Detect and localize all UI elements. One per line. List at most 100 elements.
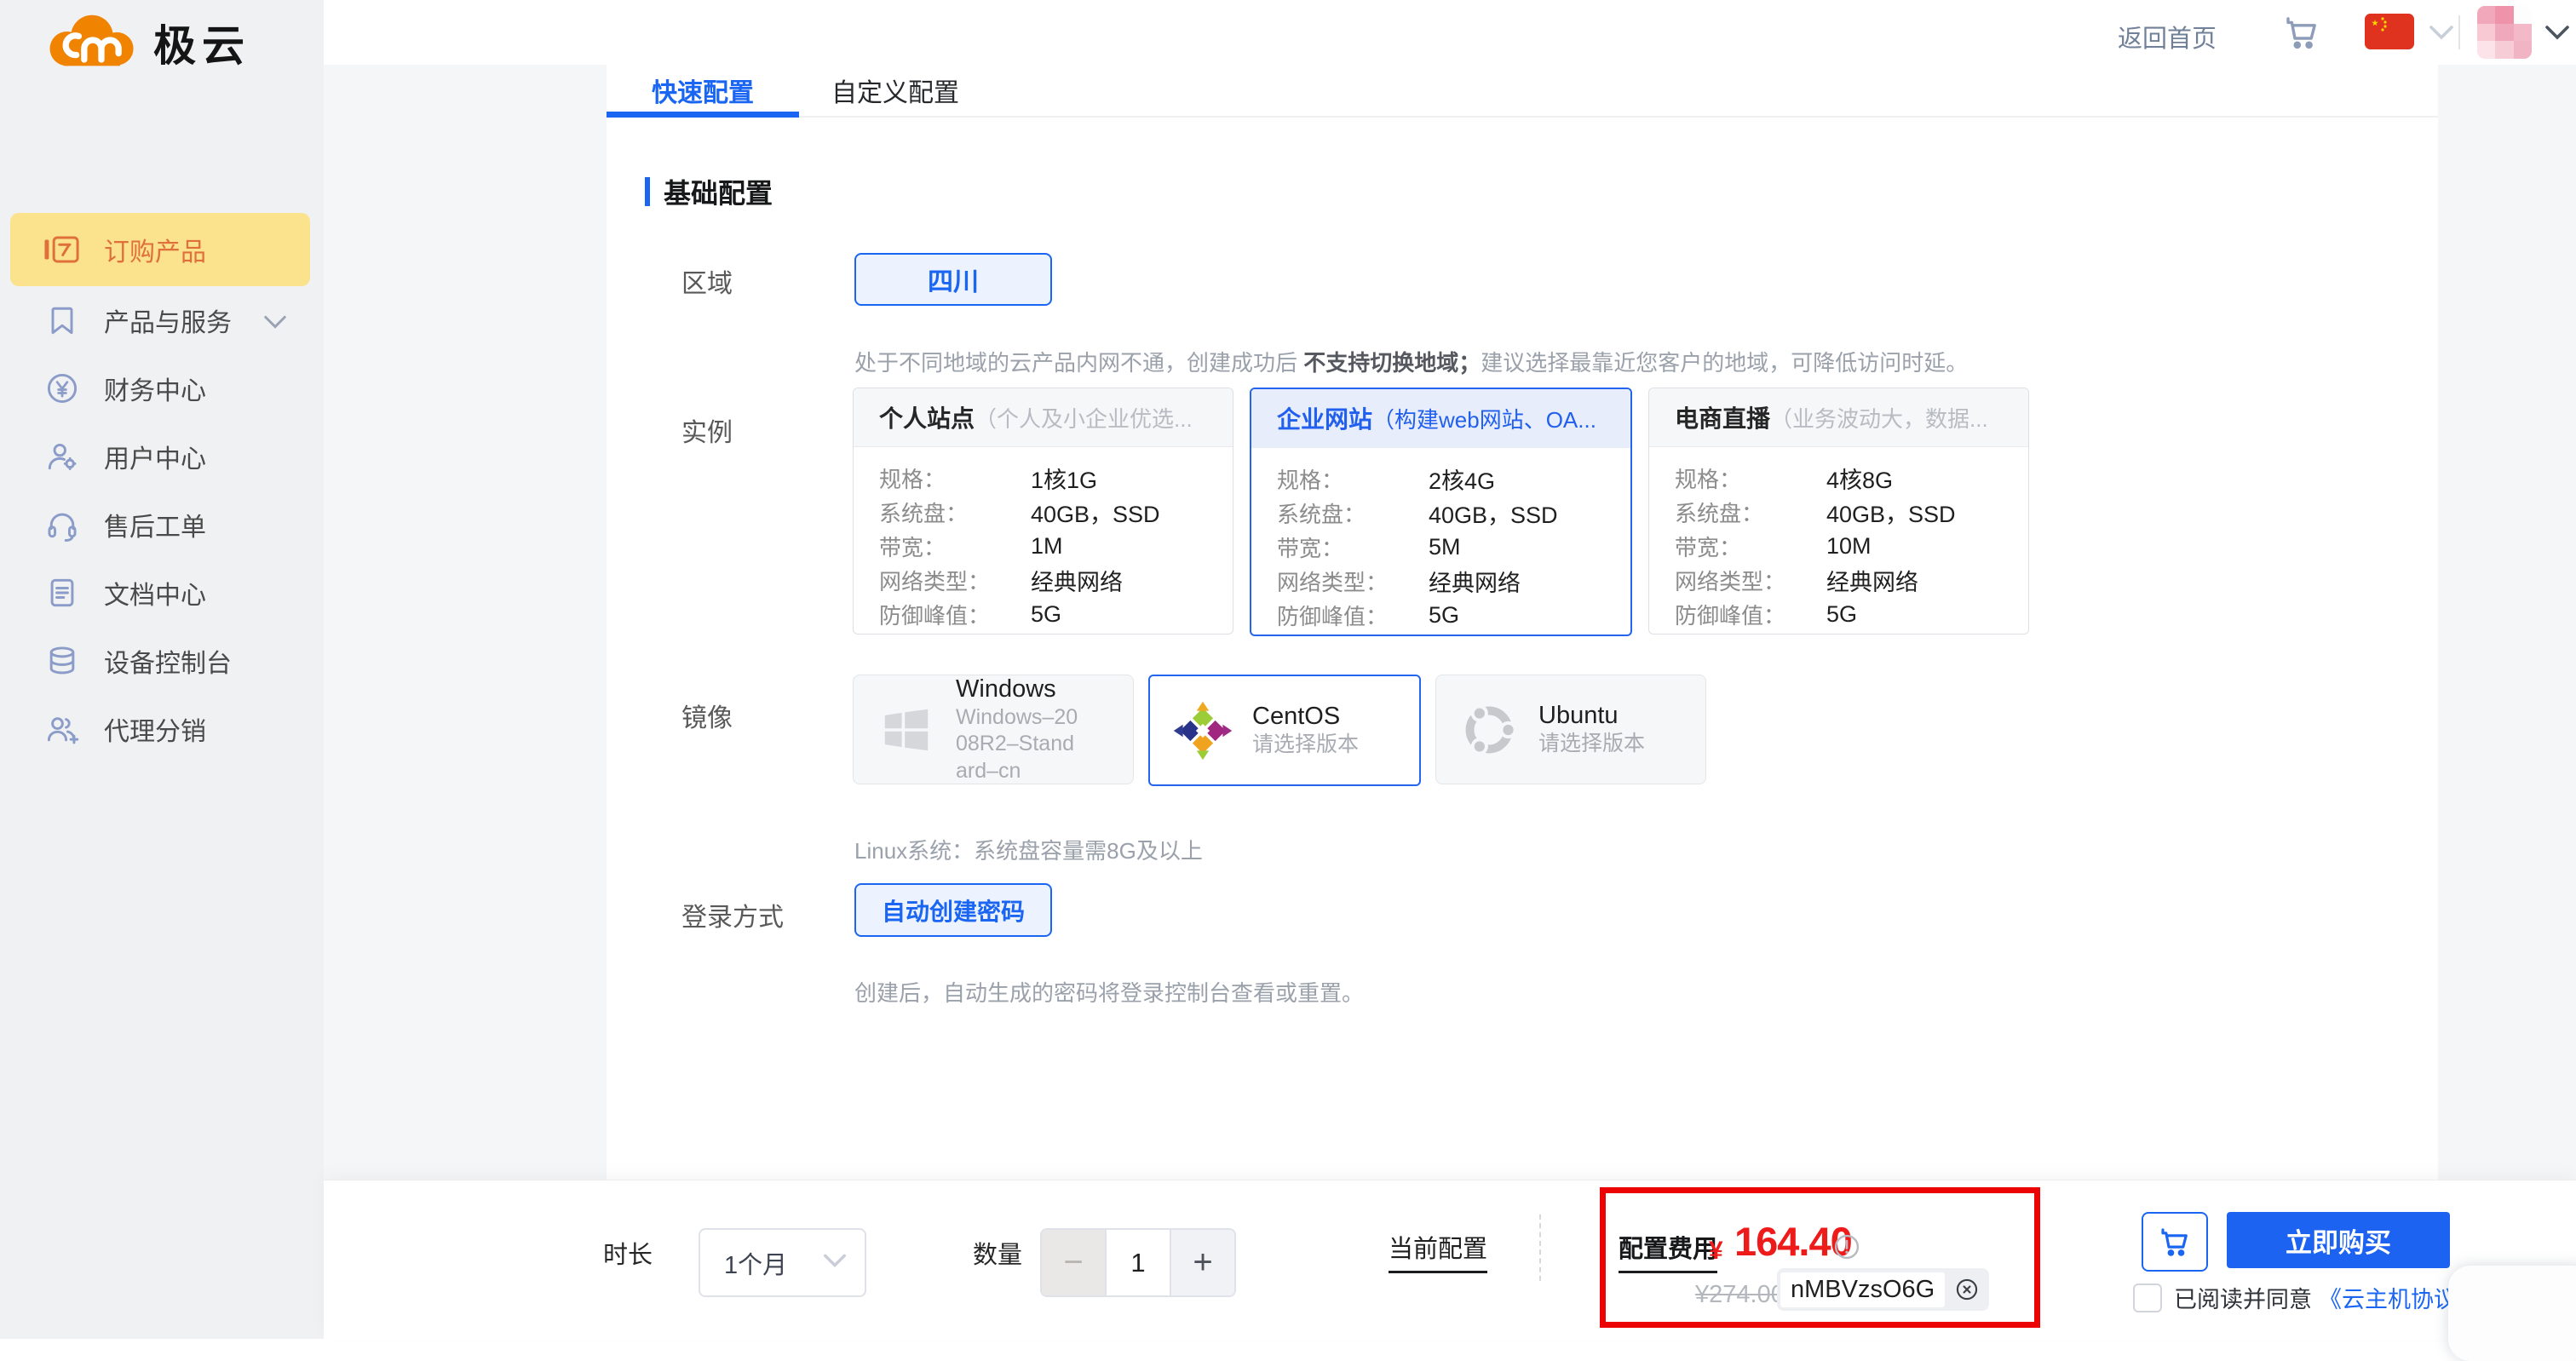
- spec-label: 系统盘：: [879, 497, 1031, 528]
- tab-custom-config[interactable]: 自定义配置: [799, 65, 992, 116]
- instance-card-enterprise-site[interactable]: 企业网站 （构建web网站、OA... 规格：2核4G 系统盘：40GB，SSD…: [1250, 388, 1632, 636]
- corner-widget: [2448, 1266, 2576, 1361]
- windows-logo-icon: [876, 699, 937, 761]
- spec-value: 经典网络: [1429, 565, 1521, 598]
- bookmark-icon: [43, 301, 82, 340]
- sidebar-item-label: 文档中心: [104, 574, 206, 612]
- chevron-down-icon[interactable]: [2544, 24, 2571, 45]
- spec-label: 防御峰值：: [879, 599, 1031, 630]
- sidebar-item-order-product[interactable]: 订购产品: [10, 213, 310, 286]
- agreement-text: 已阅读并同意: [2174, 1281, 2312, 1314]
- instance-card-row: 个人站点 （个人及小企业优选... 规格：1核1G 系统盘：40GB，SSD 带…: [853, 388, 2029, 636]
- chevron-down-icon: [822, 1252, 848, 1273]
- auto-password-button[interactable]: 自动创建密码: [854, 883, 1052, 937]
- spec-label: 系统盘：: [1277, 497, 1429, 529]
- quantity-minus-button[interactable]: −: [1042, 1230, 1107, 1295]
- tab-quick-config[interactable]: 快速配置: [607, 65, 799, 116]
- instance-card-personal-site[interactable]: 个人站点 （个人及小企业优选... 规格：1核1G 系统盘：40GB，SSD 带…: [853, 388, 1233, 635]
- spec-label: 规格：: [1675, 462, 1826, 494]
- spec-value: 4核8G: [1826, 462, 1893, 495]
- instance-card-title: 企业网站: [1277, 401, 1372, 435]
- chevron-down-icon[interactable]: [2428, 24, 2455, 45]
- add-to-cart-button[interactable]: [2142, 1212, 2208, 1272]
- instance-card-specs: 规格：4核8G 系统盘：40GB，SSD 带宽：10M 网络类型：经典网络 防御…: [1649, 447, 2028, 631]
- instance-card-specs: 规格：2核4G 系统盘：40GB，SSD 带宽：5M 网络类型：经典网络 防御峰…: [1251, 448, 1630, 632]
- sidebar-item-label: 订购产品: [104, 231, 206, 268]
- sidebar-item-user-center[interactable]: 用户中心: [0, 422, 324, 491]
- duration-label: 时长: [603, 1235, 653, 1271]
- instance-card-subtitle: （构建web网站、OA...: [1372, 403, 1596, 434]
- users-plus-icon: [43, 709, 82, 749]
- instance-card-header: 企业网站 （构建web网站、OA...: [1251, 389, 1630, 448]
- content-area: 快速配置 自定义配置 基础配置 区域 四川 处于不同地域的云产品内网不通，创建成…: [324, 65, 2576, 1180]
- instance-label: 实例: [681, 411, 733, 449]
- spec-label: 网络类型：: [1675, 565, 1826, 596]
- quantity-stepper: − 1 +: [1040, 1228, 1236, 1297]
- instance-card-ecommerce-live[interactable]: 电商直播 （业务波动大，数据... 规格：4核8G 系统盘：40GB，SSD 带…: [1648, 388, 2029, 635]
- headset-icon: [43, 505, 82, 544]
- agreement-row: 已阅读并同意 《云主机协议》: [2133, 1281, 2480, 1314]
- database-icon: [43, 641, 82, 680]
- os-card-ubuntu[interactable]: Ubuntu 请选择版本: [1435, 675, 1706, 784]
- remove-coupon-icon[interactable]: [1953, 1276, 1981, 1303]
- cart-icon[interactable]: [2281, 12, 2322, 57]
- info-icon[interactable]: [1831, 1232, 1862, 1266]
- quantity-plus-button[interactable]: +: [1170, 1230, 1234, 1295]
- spec-value: 5G: [1031, 601, 1061, 628]
- sidebar-menu: 订购产品 产品与服务: [0, 213, 324, 763]
- os-card-windows[interactable]: Windows Windows–2008R2–Standard–cn: [853, 675, 1134, 784]
- buy-now-button[interactable]: 立即购买: [2227, 1212, 2450, 1268]
- region-option-sichuan[interactable]: 四川: [854, 253, 1052, 306]
- sidebar: 极云 订购产品 产品与服务: [0, 0, 324, 1339]
- ubuntu-logo-icon: [1458, 699, 1520, 761]
- agreement-checkbox[interactable]: [2133, 1283, 2162, 1312]
- instance-card-subtitle: （个人及小企业优选...: [975, 402, 1193, 434]
- os-card-centos[interactable]: CentOS 请选择版本: [1148, 675, 1421, 786]
- spec-value: 2核4G: [1429, 462, 1495, 496]
- spec-label: 带宽：: [1277, 531, 1429, 563]
- sidebar-item-docs-center[interactable]: 文档中心: [0, 559, 324, 627]
- sidebar-item-support-tickets[interactable]: 售后工单: [0, 491, 324, 559]
- os-name: Ubuntu: [1538, 701, 1688, 731]
- quantity-label: 数量: [973, 1235, 1022, 1271]
- brand-logo[interactable]: 极云: [44, 12, 250, 73]
- os-version: Windows–2008R2–Standard–cn: [956, 704, 1085, 784]
- duration-value: 1个月: [724, 1245, 787, 1281]
- language-flag-icon[interactable]: [2365, 14, 2414, 49]
- sidebar-item-agent-distribution[interactable]: 代理分销: [0, 695, 324, 763]
- user-gear-icon: [43, 437, 82, 476]
- topbar-divider: [2458, 15, 2460, 49]
- sidebar-item-products-services[interactable]: 产品与服务: [0, 286, 324, 354]
- section-header: 基础配置: [645, 172, 773, 211]
- back-to-home-link[interactable]: 返回首页: [2118, 19, 2217, 55]
- quantity-value[interactable]: 1: [1107, 1230, 1170, 1295]
- spec-label: 带宽：: [879, 531, 1031, 562]
- sidebar-item-device-console[interactable]: 设备控制台: [0, 627, 324, 695]
- centos-logo-icon: [1172, 700, 1233, 761]
- region-hint-bold: 不支持切换地域；: [1303, 350, 1481, 376]
- spec-value: 40GB，SSD: [1826, 496, 1956, 529]
- instance-card-title: 个人站点: [879, 400, 975, 434]
- current-config-link[interactable]: 当前配置: [1389, 1229, 1487, 1273]
- coupon-code: nMBVzsO6G: [1780, 1272, 1945, 1307]
- user-avatar[interactable]: [2477, 6, 2532, 59]
- spec-label: 防御峰值：: [1675, 599, 1826, 630]
- original-price: ¥274.00: [1695, 1281, 1785, 1309]
- coupon-tag: nMBVzsO6G: [1777, 1268, 1989, 1311]
- spec-value: 40GB，SSD: [1031, 496, 1160, 529]
- sidebar-item-finance-center[interactable]: 财务中心: [0, 354, 324, 422]
- spec-label: 网络类型：: [879, 565, 1031, 596]
- sidebar-item-label: 产品与服务: [104, 301, 232, 339]
- section-title: 基础配置: [664, 172, 773, 211]
- sidebar-item-label: 售后工单: [104, 506, 206, 543]
- login-hint: 创建后，自动生成的密码将登录控制台查看或重置。: [854, 976, 1364, 1008]
- instance-card-subtitle: （业务波动大，数据...: [1770, 402, 1988, 434]
- instance-card-header: 电商直播 （业务波动大，数据...: [1649, 388, 2028, 447]
- os-version: 请选择版本: [1252, 732, 1402, 758]
- os-card-row: Windows Windows–2008R2–Standard–cn: [853, 675, 1706, 786]
- region-hint-prefix: 处于不同地域的云产品内网不通，创建成功后: [854, 350, 1303, 376]
- duration-select[interactable]: 1个月: [699, 1228, 866, 1297]
- image-label: 镜像: [681, 697, 733, 734]
- config-fee-label: 配置费用: [1619, 1229, 1717, 1273]
- linux-hint: Linux系统：系统盘容量需8G及以上: [854, 834, 1203, 865]
